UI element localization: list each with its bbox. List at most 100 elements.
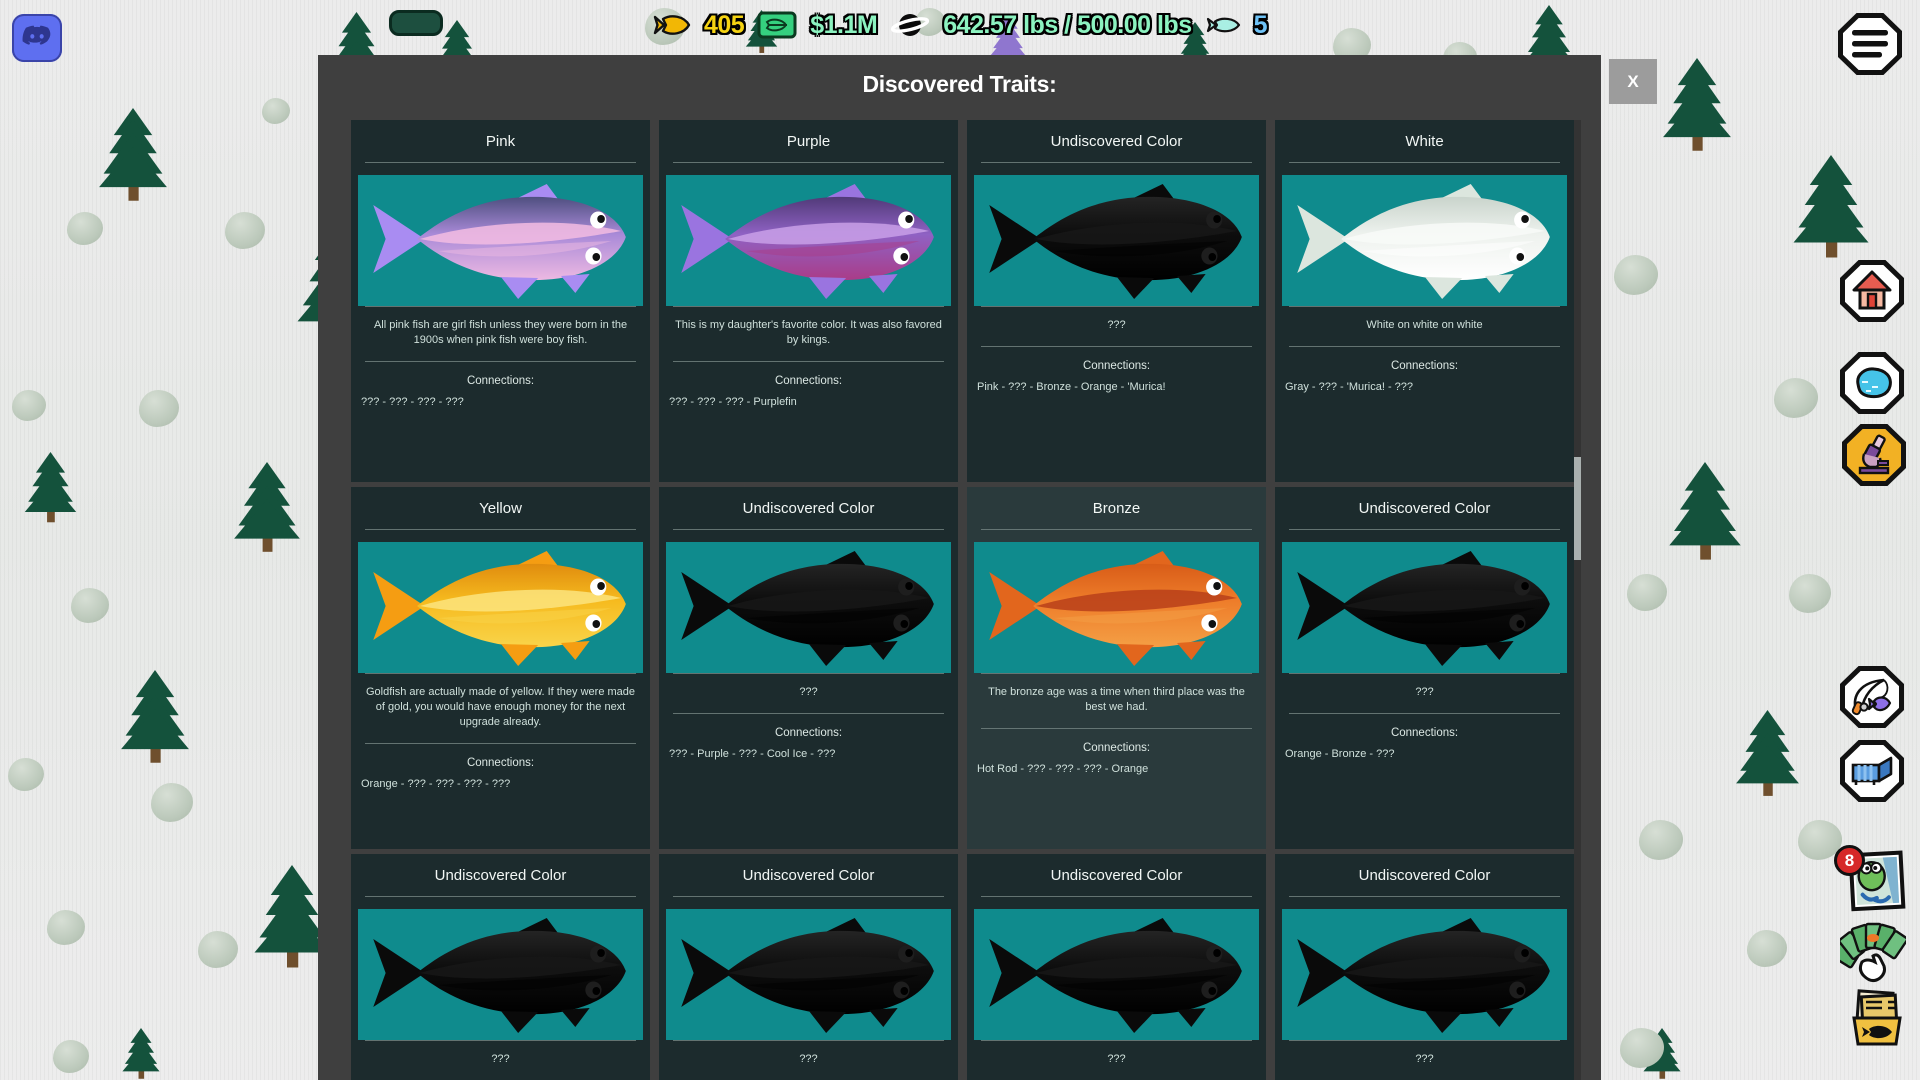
rock [8,758,44,791]
divider [365,743,636,744]
fish-image [666,175,951,306]
divider [981,346,1252,347]
divider [981,1040,1252,1041]
rock [1774,378,1818,418]
rock [1639,820,1683,860]
card-title: Undiscovered Color [1275,487,1574,529]
card-description: ??? [967,307,1266,346]
trait-card[interactable]: Yellow Goldfish are actually made of yel… [351,487,650,849]
trait-card[interactable]: Pink All pink fish are girl fish unless … [351,120,650,482]
fishing-rod-button[interactable] [1840,666,1904,728]
divider [981,728,1252,729]
microscope-icon [1852,434,1896,476]
pine-tree [120,670,190,765]
divider [1289,673,1560,674]
card-description: ??? [1275,674,1574,713]
trait-card[interactable]: Undiscovered Color ??? Connections: [659,854,958,1080]
trait-card[interactable]: Undiscovered Color ??? Connections: [1275,854,1574,1080]
rock [151,783,193,822]
divider [365,529,636,530]
divider [981,896,1252,897]
scrollbar-thumb[interactable] [1574,457,1581,560]
modal-title: Discovered Traits: [318,55,1601,120]
fish-image [1282,175,1567,306]
trait-card[interactable]: Undiscovered Color ??? Connections: ??? … [659,487,958,849]
trait-card[interactable]: Undiscovered Color ??? Connections: Pink… [967,120,1266,482]
rock [12,390,46,421]
pine-tree [233,462,301,554]
home-button[interactable] [1840,260,1904,322]
divider [673,1040,944,1041]
divider [981,673,1252,674]
divider [365,306,636,307]
pine-tree [1662,58,1732,153]
pine-tree [1792,155,1870,260]
microscope-button[interactable] [1842,424,1906,486]
bush [389,10,443,36]
divider [1289,1040,1560,1041]
trait-card[interactable]: Purple This is my daughter's favorite co… [659,120,958,482]
card-title: Undiscovered Color [967,854,1266,896]
card-description: This is my daughter's favorite color. It… [659,307,958,361]
trait-card[interactable]: Undiscovered Color ??? Connections: [351,854,650,1080]
hand-cards-button[interactable] [1840,918,1906,988]
divider [981,162,1252,163]
card-connections: Orange - Bronze - ??? [1275,748,1574,760]
rock [1747,930,1787,967]
pond-icon [1850,362,1894,404]
tackle-box-icon [1846,988,1908,1050]
divider [365,162,636,163]
rock [139,390,179,427]
trait-card[interactable]: Bronze The bronze age was a time when th… [967,487,1266,849]
divider [1289,529,1560,530]
divider [365,673,636,674]
menu-button[interactable] [1838,13,1902,75]
tackle-box-button[interactable] [1846,988,1908,1050]
card-description: ??? [659,674,958,713]
trait-card[interactable]: Undiscovered Color ??? Connections: Oran… [1275,487,1574,849]
divider [673,673,944,674]
discord-icon[interactable] [12,14,62,62]
fish-image [974,909,1259,1040]
raft-button[interactable] [1840,740,1904,802]
money-card-icon [757,10,797,40]
card-description: White on white on white [1275,307,1574,346]
trait-card[interactable]: Undiscovered Color ??? Connections: [967,854,1266,1080]
card-connections: Gray - ??? - 'Murica! - ??? [1275,381,1574,393]
card-description: ??? [659,1041,958,1080]
fish-image [358,175,643,306]
pine-tree [24,452,77,524]
card-connections: Hot Rod - ??? - ??? - ??? - Orange [967,763,1266,775]
rock [71,588,109,623]
discovered-traits-modal: Discovered Traits: Pink All pink fish ar… [318,55,1601,1080]
fish-image [974,175,1259,306]
fishing-rod-icon [1850,676,1894,718]
fish-image [974,542,1259,673]
fish-image [358,542,643,673]
card-title: White [1275,120,1574,162]
pine-tree [122,1028,160,1080]
divider [673,162,944,163]
rock [67,212,103,245]
pine-tree [1735,710,1800,798]
connections-label: Connections: [1275,360,1574,372]
trait-card[interactable]: White White on white on white Connection… [1275,120,1574,482]
card-description: All pink fish are girl fish unless they … [351,307,650,361]
rock [225,212,265,249]
divider [365,361,636,362]
cyan-fish-icon [1205,13,1241,37]
close-button[interactable]: X [1609,59,1657,104]
card-description: Goldfish are actually made of yellow. If… [351,674,650,743]
card-connections: Pink - ??? - Bronze - Orange - 'Murica! [967,381,1266,393]
divider [981,529,1252,530]
gold-fish-icon [653,11,691,39]
card-title: Undiscovered Color [1275,854,1574,896]
connections-label: Connections: [1275,727,1574,739]
divider [673,713,944,714]
modal-scrollbar[interactable] [1574,120,1581,1080]
rock [262,98,290,124]
card-connections: Orange - ??? - ??? - ??? - ??? [351,778,650,790]
divider [1289,346,1560,347]
pond-button[interactable] [1840,352,1904,414]
connections-label: Connections: [351,375,650,387]
